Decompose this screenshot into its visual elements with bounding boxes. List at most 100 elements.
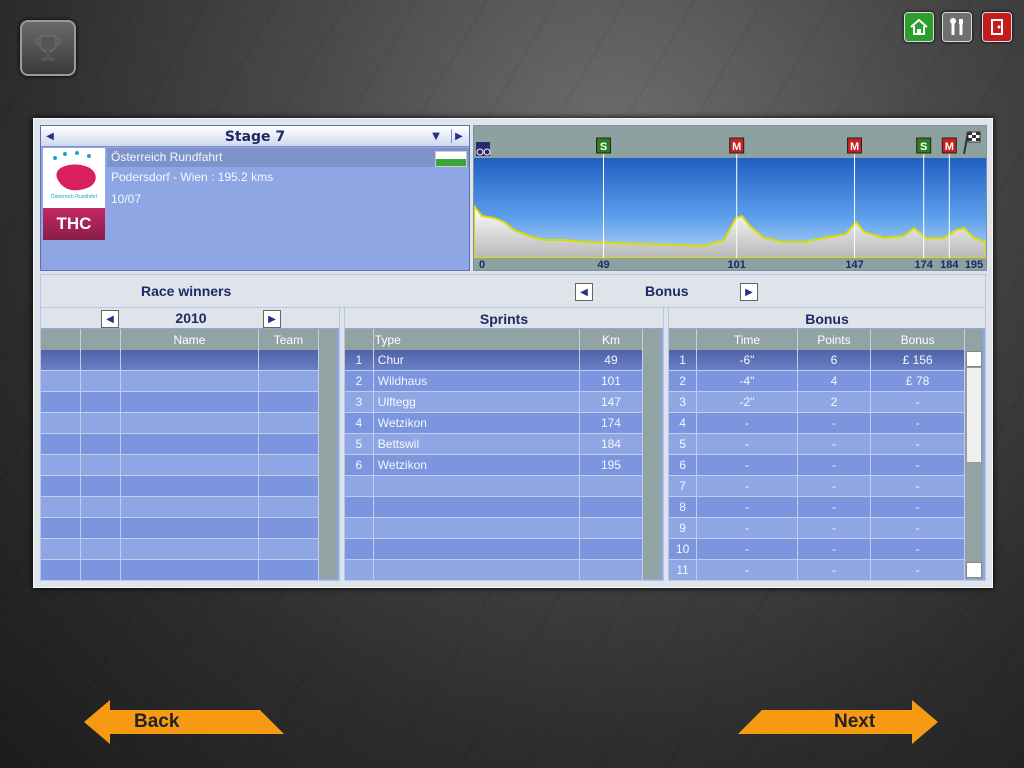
year-next-icon[interactable]: ▶ — [263, 310, 281, 328]
bonus-bonus: £ 78 — [870, 370, 965, 392]
winners-row[interactable] — [41, 559, 320, 581]
sprint-km: 147 — [579, 391, 644, 413]
bonus-selector-label: Bonus — [645, 283, 689, 299]
sprint-row[interactable]: 3 Ulftegg 147 — [345, 391, 644, 413]
winners-row[interactable] — [41, 391, 320, 413]
sprint-number: 5 — [345, 433, 374, 455]
bonus-row[interactable]: 2 -4" 4 £ 78 — [669, 370, 965, 392]
exit-button[interactable] — [982, 12, 1012, 42]
trophy-button[interactable] — [20, 20, 76, 76]
bonus-row[interactable]: 3 -2" 2- — [669, 391, 965, 413]
sprint-number: 6 — [345, 454, 374, 476]
winners-cell — [80, 559, 122, 581]
sprint-row[interactable] — [345, 517, 644, 539]
winners-scrollbar[interactable] — [319, 329, 337, 579]
sprint-type: Ulftegg — [373, 391, 580, 413]
winners-cell — [80, 496, 122, 518]
home-button[interactable] — [904, 12, 934, 42]
sprint-type — [373, 496, 580, 518]
winners-cell — [120, 370, 259, 392]
scroll-up-button[interactable] — [966, 351, 982, 367]
next-label: Next — [834, 711, 876, 732]
sprint-row[interactable] — [345, 559, 644, 581]
sprint-km — [579, 538, 644, 560]
sprint-row[interactable]: 2 Wildhaus 101 — [345, 370, 644, 392]
winners-row[interactable] — [41, 454, 320, 476]
sprint-row[interactable]: 1 Chur 49 — [345, 350, 644, 371]
winners-cell — [41, 496, 82, 518]
bonus-row[interactable]: 11- - - — [669, 559, 965, 581]
scroll-down-button[interactable] — [966, 562, 982, 578]
stage-route: Podersdorf - Wien : 195.2 kms — [111, 170, 274, 184]
winners-cell — [120, 433, 259, 455]
sprint-type: Bettswil — [373, 433, 580, 455]
bonus-row[interactable]: 6--- — [669, 454, 965, 476]
sprint-row[interactable]: 6 Wetzikon 195 — [345, 454, 644, 476]
bonus-bonus: - — [870, 454, 965, 476]
stage-dropdown-icon[interactable]: ▼ — [429, 129, 443, 143]
winners-column-header: Name Team — [41, 329, 320, 350]
bonus-row[interactable]: 10- - - — [669, 538, 965, 560]
bonus-scrollbar[interactable] — [965, 329, 983, 579]
bonus-points: - — [797, 412, 872, 434]
next-button[interactable]: Next — [738, 700, 938, 744]
winners-cell — [120, 454, 259, 476]
winners-cell — [80, 391, 122, 413]
year-prev-icon[interactable]: ◀ — [101, 310, 119, 328]
winners-row[interactable] — [41, 496, 320, 518]
sprint-row[interactable] — [345, 538, 644, 560]
sprint-row[interactable]: 5 Bettswil 184 — [345, 433, 644, 455]
winners-row[interactable] — [41, 475, 320, 497]
bonus-row[interactable]: 4--- — [669, 412, 965, 434]
bonus-row[interactable]: 5--- — [669, 433, 965, 455]
bonus-time: -6" — [696, 350, 798, 371]
bonus-points: - — [797, 433, 872, 455]
scroll-thumb[interactable] — [966, 367, 982, 463]
winners-row[interactable] — [41, 412, 320, 434]
bonus-points: - — [797, 559, 872, 581]
winners-cell — [258, 496, 320, 518]
bonus-row[interactable]: 1 -6" 6 £ 156 — [669, 350, 965, 371]
bonus-bonus: - — [870, 538, 965, 560]
winners-cell — [80, 454, 122, 476]
bonus-time: - — [696, 559, 798, 581]
winners-row[interactable] — [41, 370, 320, 392]
winners-cell — [80, 412, 122, 434]
bonus-table: Bonus Time Points Bonus 1 -6" 6 £ 156 2 -4" 4 £… — [668, 307, 986, 581]
back-button[interactable]: Back — [84, 700, 284, 744]
bonus-rank: 9 — [669, 517, 698, 539]
bonus-time: - — [696, 412, 798, 434]
bonus-points: 2 — [797, 391, 872, 413]
winners-row[interactable] — [41, 433, 320, 455]
sprint-type: Wetzikon — [373, 412, 580, 434]
sprints-scrollbar[interactable] — [643, 329, 661, 579]
sprints-table: Sprints Type Km 1 Chur 49 2 Wildhaus 101 3 Ulft… — [344, 307, 664, 581]
results-area: Race winners ◀ Bonus ▶ ◀ 2010 ▶ Name Tea… — [40, 274, 986, 581]
winners-cell — [80, 370, 122, 392]
winners-row[interactable] — [41, 517, 320, 539]
bonus-row[interactable]: 7--- — [669, 475, 965, 497]
bonus-prev-icon[interactable]: ◀ — [575, 283, 593, 301]
winners-cell — [41, 370, 82, 392]
sprint-row[interactable] — [345, 496, 644, 518]
marker-type: S — [600, 141, 607, 153]
stage-next-icon[interactable]: ▶ — [451, 129, 466, 143]
bonus-title: Bonus — [669, 308, 985, 328]
winners-row[interactable] — [41, 538, 320, 560]
sprint-row[interactable]: 4 Wetzikon 174 — [345, 412, 644, 434]
race-winners-title: Race winners — [141, 283, 232, 299]
bonus-row[interactable]: 9--- — [669, 517, 965, 539]
winners-cell — [41, 517, 82, 539]
sprint-number — [345, 538, 374, 560]
bonus-rank: 7 — [669, 475, 698, 497]
bonus-row[interactable]: 8--- — [669, 496, 965, 518]
bonus-next-icon[interactable]: ▶ — [740, 283, 758, 301]
bonus-bonus: - — [870, 391, 965, 413]
tools-button[interactable] — [942, 12, 972, 42]
winners-cell — [120, 475, 259, 497]
winners-row[interactable] — [41, 350, 320, 371]
winners-cell — [80, 350, 122, 371]
back-label: Back — [134, 711, 180, 732]
sprint-row[interactable] — [345, 475, 644, 497]
km-label: 184 — [940, 259, 959, 270]
